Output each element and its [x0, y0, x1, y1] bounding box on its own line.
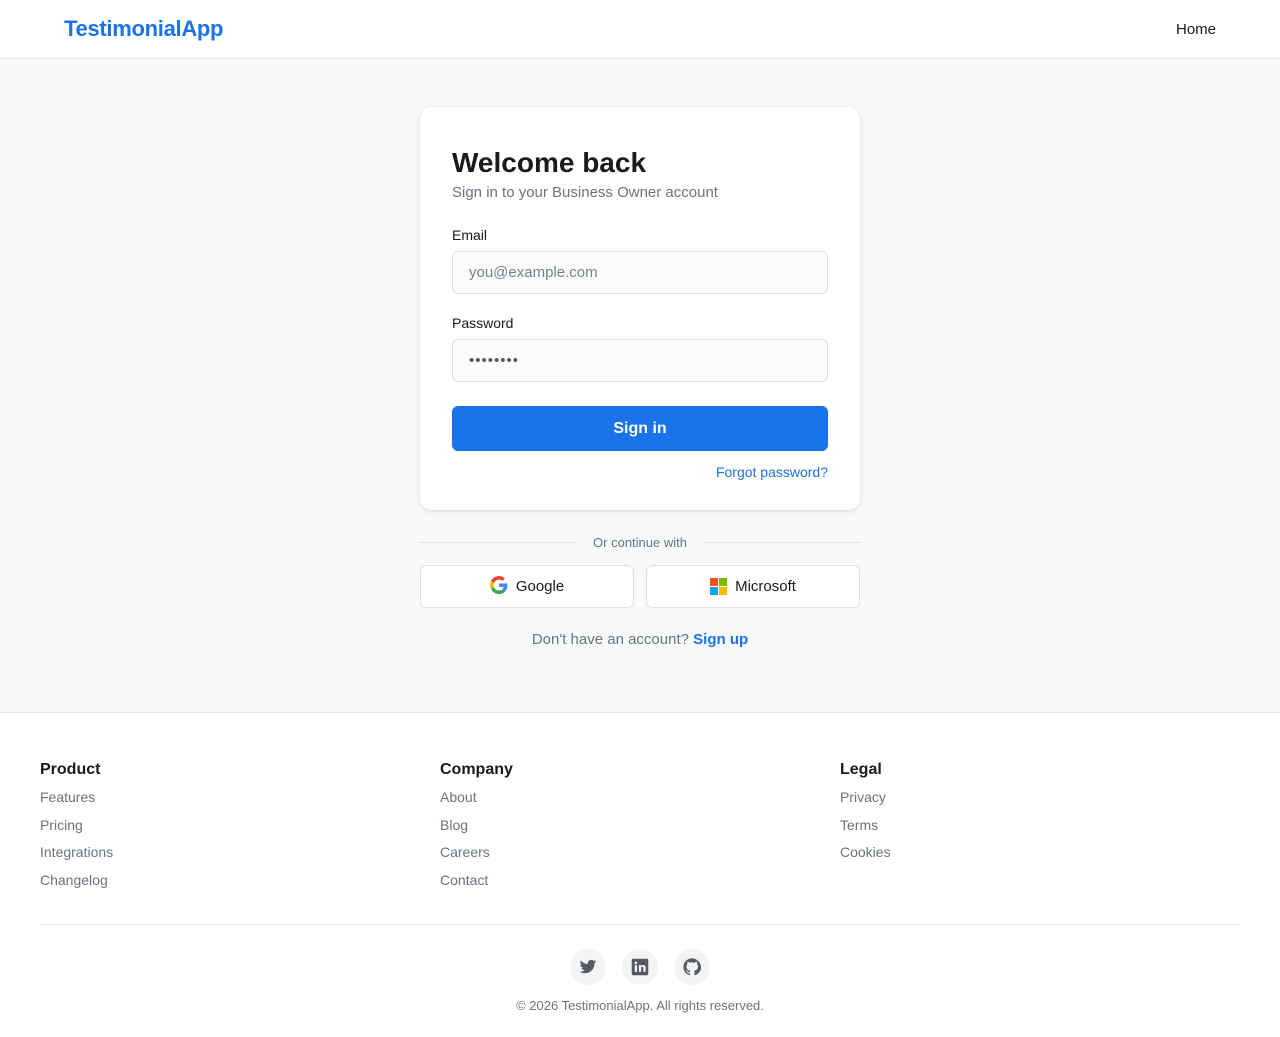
footer-link-privacy[interactable]: Privacy: [840, 788, 1240, 806]
twitter-icon[interactable]: [570, 949, 606, 985]
footer-link-pricing[interactable]: Pricing: [40, 816, 440, 834]
footer-link-about[interactable]: About: [440, 788, 840, 806]
email-field[interactable]: [452, 251, 828, 294]
footer-link-changelog[interactable]: Changelog: [40, 871, 440, 889]
footer-link-blog[interactable]: Blog: [440, 816, 840, 834]
footer-divider: [40, 924, 1240, 925]
divider-line-left: [420, 541, 578, 543]
email-label: Email: [452, 227, 488, 243]
forgot-password-link[interactable]: Forgot password?: [452, 464, 828, 480]
footer-heading: Legal: [840, 761, 882, 778]
footer-heading: Product: [40, 761, 101, 778]
signup-link[interactable]: Sign up: [693, 631, 748, 648]
footer-heading: Company: [440, 761, 513, 778]
linkedin-icon[interactable]: [622, 949, 658, 985]
login-card: Welcome back Sign in to your Business Ow…: [420, 107, 860, 510]
signup-prompt-line: Don't have an account? Sign up: [0, 631, 1280, 648]
google-g-icon: [489, 575, 508, 598]
footer-column-product: Product Features Pricing Integrations Ch…: [40, 760, 440, 898]
footer-link-careers[interactable]: Careers: [440, 843, 840, 861]
brand-logo[interactable]: TestimonialApp: [64, 16, 223, 42]
microsoft-logo-icon: [710, 578, 728, 595]
footer-column-company: Company About Blog Careers Contact: [440, 760, 840, 898]
oauth-divider: Or continue with: [420, 533, 860, 551]
footer-link-integrations[interactable]: Integrations: [40, 843, 440, 861]
social-links: [0, 949, 1280, 985]
footer-columns: Product Features Pricing Integrations Ch…: [40, 760, 1240, 898]
footer-link-features[interactable]: Features: [40, 788, 440, 806]
github-icon[interactable]: [674, 949, 710, 985]
google-label: Google: [515, 578, 565, 595]
footer-link-cookies[interactable]: Cookies: [840, 843, 1240, 861]
microsoft-label: Microsoft: [735, 578, 796, 595]
divider-text: Or continue with: [593, 534, 687, 550]
footer-link-terms[interactable]: Terms: [840, 816, 1240, 834]
main-content: Welcome back Sign in to your Business Ow…: [0, 59, 1280, 713]
microsoft-signin-button[interactable]: Microsoft: [646, 565, 860, 608]
password-field[interactable]: [452, 339, 828, 382]
divider-line-right: [702, 541, 860, 543]
footer-link-contact[interactable]: Contact: [440, 871, 840, 889]
site-footer: Product Features Pricing Integrations Ch…: [0, 713, 1280, 1037]
copyright-text: © 2026 TestimonialApp. All rights reserv…: [516, 998, 764, 1013]
top-navbar: TestimonialApp Home: [0, 0, 1280, 59]
footer-column-legal: Legal Privacy Terms Cookies: [840, 760, 1240, 898]
login-subtitle: Sign in to your Business Owner account: [452, 184, 718, 201]
nav-home-link[interactable]: Home: [1176, 21, 1216, 38]
signup-prompt: Don't have an account?: [531, 631, 689, 648]
google-signin-button[interactable]: Google: [420, 565, 634, 608]
signin-button[interactable]: Sign in: [452, 406, 828, 451]
page-title: Welcome back: [452, 147, 647, 178]
password-label: Password: [452, 315, 514, 331]
